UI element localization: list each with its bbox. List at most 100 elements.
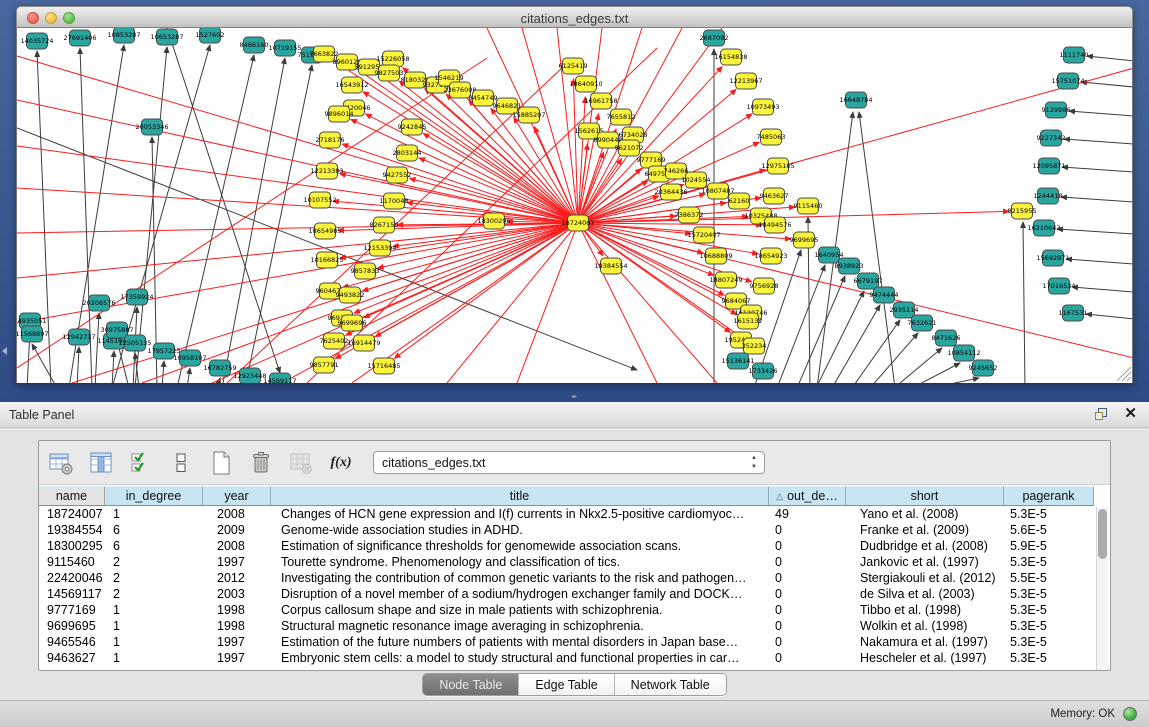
- table-row[interactable]: 946554611997Estimation of the future num…: [39, 634, 1094, 650]
- node-table: namein_degree year title△out_de…shortpager…: [39, 486, 1094, 671]
- function-builder-icon[interactable]: f(x): [327, 449, 355, 477]
- memory-status-indicator[interactable]: [1123, 707, 1137, 721]
- table-cell: 0: [769, 651, 846, 665]
- float-panel-icon[interactable]: [1094, 407, 1108, 421]
- citation-edge-black[interactable]: [912, 363, 960, 383]
- table-row[interactable]: 2242004622012Investigating the contribut…: [39, 570, 1094, 586]
- window-title-bar[interactable]: citations_edges.txt: [16, 6, 1133, 28]
- citation-edge-red[interactable]: [578, 211, 1009, 223]
- table-cell: 0: [769, 555, 846, 569]
- vertical-scrollbar[interactable]: [1096, 507, 1108, 670]
- graph-node-label: 16961758: [584, 97, 617, 105]
- citation-edge-black[interactable]: [1023, 222, 1025, 383]
- table-row[interactable]: 1872400712008Changes of HCN gene express…: [39, 506, 1094, 522]
- citation-edge-black[interactable]: [1081, 82, 1133, 87]
- citation-edge-red[interactable]: [17, 56, 578, 223]
- citation-edge-red[interactable]: [517, 223, 578, 383]
- citation-edge-black[interactable]: [95, 313, 99, 383]
- citation-edge-black[interactable]: [894, 348, 942, 383]
- graph-node-label: 16210643: [1027, 224, 1060, 232]
- table-row[interactable]: 911546021997Tourette syndrome. Phenomeno…: [39, 554, 1094, 570]
- network-canvas[interactable]: 1872400714035724276914061085328710653287…: [16, 28, 1133, 383]
- citation-edge-black[interactable]: [245, 65, 312, 383]
- citation-edge-black[interactable]: [859, 112, 895, 383]
- new-table-icon[interactable]: [207, 449, 235, 477]
- citation-edge-black[interactable]: [1062, 167, 1133, 172]
- citation-edge-black[interactable]: [1069, 111, 1133, 116]
- table-settings-icon[interactable]: [47, 449, 75, 477]
- table-select-dropdown[interactable]: citations_edges.txt ▲▼: [373, 451, 765, 474]
- citation-edge-black[interactable]: [1061, 197, 1133, 202]
- graph-node-label: 12975185: [761, 162, 794, 170]
- column-header-name[interactable]: name: [39, 486, 105, 505]
- collapse-panel-arrow-icon[interactable]: [2, 347, 7, 355]
- table-cell: Changes of HCN gene expression and I(f) …: [271, 507, 769, 521]
- table-cell: 5.3E-5: [1004, 555, 1094, 569]
- select-rows-icon[interactable]: [127, 449, 155, 477]
- column-header-out_de[interactable]: △out_de…: [769, 486, 846, 505]
- show-columns-icon[interactable]: [87, 449, 115, 477]
- citation-edge-black[interactable]: [1072, 287, 1133, 292]
- citation-edge-red[interactable]: [354, 223, 578, 313]
- citation-edge-black[interactable]: [135, 47, 167, 383]
- graph-node-label: 10653287: [150, 33, 183, 41]
- citation-edge-black[interactable]: [797, 276, 845, 383]
- table-row[interactable]: 969969511998Structural magnetic resonanc…: [39, 618, 1094, 634]
- citation-edge-black[interactable]: [777, 265, 825, 383]
- graph-node-label: 30975887: [100, 326, 133, 334]
- citation-edge-black[interactable]: [1064, 139, 1133, 144]
- graph-node-label: 12942737: [62, 333, 95, 341]
- column-header-label: year: [224, 489, 248, 503]
- graph-node-label: 9474444: [870, 291, 899, 299]
- table-row[interactable]: 1938455462009Genome-wide association stu…: [39, 522, 1094, 538]
- table-cell: 18724007: [39, 507, 105, 521]
- table-select-value: citations_edges.txt: [382, 456, 486, 470]
- table-row[interactable]: 1830029562008Estimation of significance …: [39, 538, 1094, 554]
- row-height-icon[interactable]: [167, 449, 195, 477]
- citation-edge-black[interactable]: [870, 333, 918, 383]
- column-header-short[interactable]: short: [846, 486, 1004, 505]
- citation-edge-red[interactable]: [578, 223, 657, 383]
- citation-edge-black[interactable]: [1066, 259, 1133, 264]
- graph-node-label: 12213967: [729, 77, 762, 85]
- citation-edge-black[interactable]: [112, 351, 114, 383]
- citation-edge-black[interactable]: [162, 361, 164, 383]
- citation-edge-black[interactable]: [1057, 229, 1133, 234]
- table-cell: 0: [769, 603, 846, 617]
- table-cell: 1997: [203, 651, 271, 665]
- table-cell: 0: [769, 539, 846, 553]
- dropdown-arrows-icon: ▲▼: [751, 454, 757, 472]
- column-header-title[interactable]: title: [271, 486, 769, 505]
- table-cell: Jankovic et al. (1997): [846, 555, 1004, 569]
- citation-edge-black[interactable]: [1087, 56, 1133, 61]
- citation-edge-black[interactable]: [931, 378, 979, 383]
- citation-edge-black[interactable]: [1086, 314, 1133, 319]
- citation-edge-red[interactable]: [364, 223, 578, 318]
- column-header-in_degree[interactable]: in_degree: [105, 486, 203, 505]
- tab-node-table[interactable]: Node Table: [423, 674, 519, 695]
- graph-node-label: 10166825: [310, 256, 343, 264]
- table-row[interactable]: 1456911722003Disruption of a novel membe…: [39, 586, 1094, 602]
- citation-edge-black[interactable]: [832, 305, 880, 383]
- citation-edge-black[interactable]: [77, 347, 79, 383]
- table-row[interactable]: 946362711997Embryonic stem cells: a mode…: [39, 650, 1094, 666]
- tab-edge-table[interactable]: Edge Table: [519, 674, 614, 695]
- table-cell: Genome-wide association studies in ADHD.: [271, 523, 769, 537]
- table-row[interactable]: 977716911998Corpus callosum shape and si…: [39, 602, 1094, 618]
- citation-edge-red[interactable]: [491, 108, 578, 223]
- table-cell: 2009: [203, 523, 271, 537]
- table-cell: Estimation of the future numbers of pati…: [271, 635, 769, 649]
- column-header-pagerank[interactable]: pagerank: [1004, 486, 1094, 505]
- graph-node-label: 9427552: [383, 171, 412, 179]
- close-panel-icon[interactable]: ✕: [1124, 407, 1137, 421]
- graph-node-label: 9756928: [750, 282, 779, 290]
- graph-node-label: 6734028: [619, 131, 648, 139]
- scrollbar-thumb[interactable]: [1098, 509, 1107, 559]
- network-window: citations_edges.txt 18724007140357242769…: [16, 6, 1133, 383]
- delete-table-icon[interactable]: [247, 449, 275, 477]
- delete-column-icon[interactable]: [287, 449, 315, 477]
- tab-network-table[interactable]: Network Table: [615, 674, 726, 695]
- citation-edge-black[interactable]: [187, 368, 190, 383]
- column-header-year[interactable]: year: [203, 486, 271, 505]
- splitter-handle[interactable]: [569, 394, 579, 399]
